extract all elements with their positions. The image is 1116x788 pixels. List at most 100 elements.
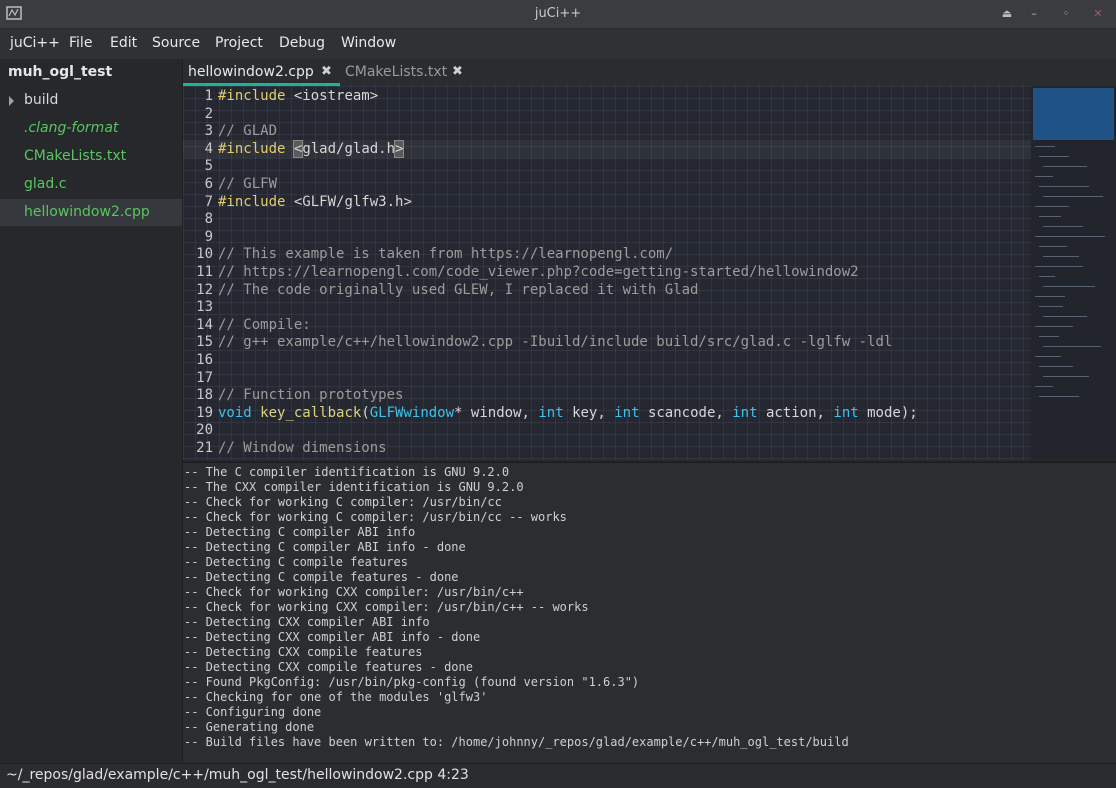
code-text: // Compile: (218, 316, 311, 333)
file-tree: muh_ogl_test build .clang-format CMakeLi… (0, 59, 183, 763)
terminal-line: -- Check for working CXX compiler: /usr/… (184, 600, 589, 614)
code-line[interactable]: 9 (183, 228, 1031, 246)
minimap-line (1043, 346, 1101, 347)
code-line[interactable]: 15 // g++ example/c++/hellowindow2.cpp -I… (183, 333, 1031, 351)
tree-item-build[interactable]: build (0, 87, 182, 114)
line-number: 20 (196, 422, 213, 439)
terminal-line: -- Found PkgConfig: /usr/bin/pkg-config … (184, 675, 640, 689)
menu-jucipp[interactable]: juCi++ (10, 35, 60, 51)
minimap-line (1043, 256, 1079, 257)
line-number: 5 (204, 158, 213, 175)
maximize-icon[interactable]: ◦ (1055, 4, 1077, 24)
code-line[interactable]: 19 void key_callback(GLFWwindow* window, … (183, 404, 1031, 422)
line-number: 16 (196, 352, 213, 368)
minimap-line (1039, 366, 1073, 367)
code-line[interactable]: 2 (183, 105, 1031, 123)
terminal-output[interactable]: -- The C compiler identification is GNU … (183, 461, 1116, 765)
minimap-line (1035, 296, 1065, 297)
menu-debug[interactable]: Debug (279, 35, 325, 51)
tree-item-label: glad.c (24, 176, 67, 192)
code-text: void key_callback(GLFWwindow* window, in… (218, 404, 918, 421)
line-number: 8 (204, 211, 213, 228)
code-line[interactable]: 7 #include <GLFW/glfw3.h> (183, 193, 1031, 211)
code-line[interactable]: 10 // This example is taken from https://… (183, 245, 1031, 263)
tree-item-glad-c[interactable]: glad.c (0, 171, 182, 198)
minimap-viewport[interactable] (1033, 88, 1114, 140)
code-line[interactable]: 16 (183, 351, 1031, 369)
minimap-line (1035, 206, 1069, 207)
line-number: 4 (204, 140, 213, 157)
tab-cmakelists[interactable]: CMakeLists.txt ✖ (340, 59, 470, 86)
close-icon[interactable]: ✕ (1084, 4, 1112, 24)
code-text: #include <GLFW/glfw3.h> (218, 193, 412, 210)
status-cursor-position: 4:23 (437, 767, 469, 783)
project-name[interactable]: muh_ogl_test (8, 64, 112, 80)
code-text: // Window dimensions (218, 440, 387, 456)
code-line[interactable]: 13 (183, 298, 1031, 316)
minimap-line (1039, 186, 1089, 187)
code-text: #include <iostream> (218, 88, 379, 104)
minimize-icon[interactable]: – (1023, 4, 1045, 24)
tree-item-cmakelists[interactable]: CMakeLists.txt (0, 143, 182, 170)
window-title: juCi++ (534, 6, 582, 21)
terminal-line: -- Check for working C compiler: /usr/bi… (184, 510, 567, 524)
terminal-line: -- Check for working C compiler: /usr/bi… (184, 495, 502, 509)
tree-item-hellowindow2[interactable]: hellowindow2.cpp (0, 199, 182, 226)
close-tab-icon[interactable]: ✖ (452, 64, 463, 79)
menu-project[interactable]: Project (215, 35, 263, 51)
code-text: // Function prototypes (218, 387, 404, 404)
line-number: 3 (204, 123, 213, 140)
tab-hellowindow2[interactable]: hellowindow2.cpp ✖ (183, 59, 340, 86)
minimap-line (1039, 306, 1063, 307)
code-line[interactable]: 17 (183, 369, 1031, 387)
tree-item-label: CMakeLists.txt (24, 148, 127, 164)
terminal-line: -- Generating done (184, 720, 315, 734)
tree-item-label: .clang-format (24, 120, 119, 136)
code-text: #include <glad/glad.h> (218, 139, 405, 158)
line-number: 7 (204, 193, 213, 210)
code-line[interactable]: 14 // Compile: (183, 316, 1031, 334)
menu-edit[interactable]: Edit (110, 35, 137, 51)
code-line[interactable]: 4 #include <glad/glad.h> (183, 139, 1031, 158)
tree-item-label: build (24, 92, 59, 108)
code-line[interactable]: 6 // GLFW (183, 175, 1031, 193)
minimap-line (1035, 356, 1061, 357)
menu-source[interactable]: Source (152, 35, 200, 51)
terminal-line: -- Detecting CXX compile features (184, 645, 423, 659)
shade-icon[interactable]: ⏏ (996, 4, 1018, 24)
terminal-line: -- Checking for one of the modules 'glfw… (184, 690, 488, 704)
code-line[interactable]: 20 (183, 421, 1031, 439)
terminal-line: -- Detecting C compile features - done (184, 570, 459, 584)
expand-arrow-icon[interactable] (9, 96, 14, 106)
title-bar: juCi++ ⏏ – ◦ ✕ (0, 0, 1116, 29)
menu-file[interactable]: File (69, 35, 92, 51)
menu-window[interactable]: Window (341, 35, 396, 51)
minimap-line (1039, 246, 1067, 247)
code-editor[interactable]: 1 #include <iostream> 2 3 // GLAD 4 #include <… (183, 86, 1031, 460)
code-line[interactable]: 18 // Function prototypes (183, 386, 1031, 404)
code-line[interactable]: 8 (183, 210, 1031, 228)
line-number: 10 (196, 246, 213, 263)
terminal-line: -- The CXX compiler identification is GN… (184, 480, 524, 494)
tree-item-label: hellowindow2.cpp (24, 204, 150, 220)
terminal-line: -- Check for working CXX compiler: /usr/… (184, 585, 524, 599)
line-number: 12 (196, 281, 213, 298)
code-line[interactable]: 11 // https://learnopengl.com/code_viewer… (183, 263, 1031, 281)
code-line[interactable]: 21 // Window dimensions (183, 439, 1031, 457)
status-bar: ~/_repos/glad/example/c++/muh_ogl_test/h… (0, 763, 1116, 788)
code-line[interactable]: 3 // GLAD (183, 122, 1031, 140)
terminal-line: -- Detecting CXX compiler ABI info - don… (184, 630, 481, 644)
tab-label: hellowindow2.cpp (188, 64, 314, 80)
terminal-line: -- Detecting CXX compiler ABI info (184, 615, 430, 629)
minimap-line (1035, 146, 1055, 147)
minimap[interactable] (1031, 86, 1116, 460)
code-text: // https://learnopengl.com/code_viewer.p… (218, 264, 859, 280)
tab-label: CMakeLists.txt (345, 64, 448, 80)
close-tab-icon[interactable]: ✖ (321, 64, 332, 79)
line-number: 19 (196, 404, 213, 421)
code-line[interactable]: 12 // The code originally used GLEW, I re… (183, 281, 1031, 299)
tree-item-clang-format[interactable]: .clang-format (0, 115, 182, 142)
code-text: // g++ example/c++/hellowindow2.cpp -Ibu… (218, 334, 893, 351)
code-line[interactable]: 5 (183, 157, 1031, 175)
code-line[interactable]: 1 #include <iostream> (183, 87, 1031, 105)
